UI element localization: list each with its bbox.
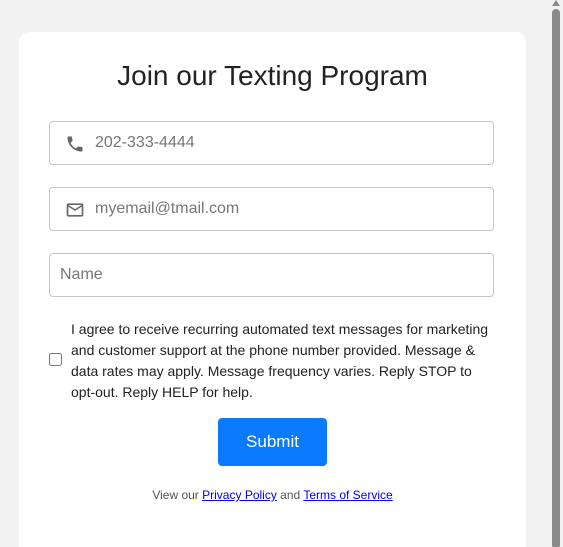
consent-section: I agree to receive recurring automated t… — [49, 319, 499, 405]
footer-prefix: View our — [152, 488, 203, 502]
page: Join our Texting Program I agree to rece… — [0, 0, 563, 547]
signup-card: Join our Texting Program I agree to rece… — [19, 32, 526, 547]
mail-icon — [65, 200, 85, 220]
scroll-up-arrow-icon[interactable] — [552, 0, 560, 6]
privacy-policy-link[interactable]: Privacy Policy — [202, 488, 277, 502]
name-input[interactable] — [60, 254, 485, 296]
terms-of-service-link[interactable]: Terms of Service — [303, 488, 392, 502]
footer-conjunction: and — [276, 488, 304, 502]
consent-checkbox[interactable] — [49, 353, 62, 366]
legal-links: View our Privacy Policy and Terms of Ser… — [19, 488, 526, 502]
scrollbar[interactable] — [549, 0, 563, 547]
phone-icon — [65, 134, 85, 154]
name-field[interactable] — [49, 253, 494, 297]
email-input[interactable] — [95, 188, 485, 230]
consent-text: I agree to receive recurring automated t… — [71, 321, 489, 400]
form-title: Join our Texting Program — [117, 60, 428, 91]
phone-field[interactable] — [49, 121, 494, 165]
email-field[interactable] — [49, 187, 494, 231]
phone-input[interactable] — [95, 122, 485, 164]
submit-button[interactable]: Submit — [218, 418, 327, 466]
scroll-thumb[interactable] — [552, 9, 560, 547]
